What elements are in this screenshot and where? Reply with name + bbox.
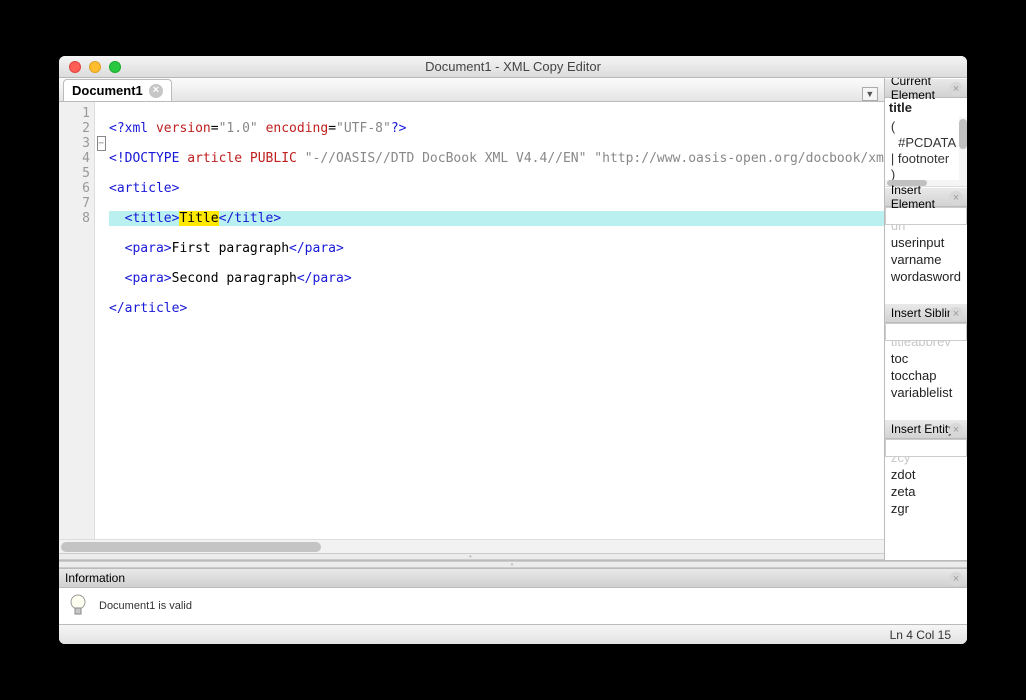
tab-label: Document1: [72, 83, 143, 98]
vertical-splitter[interactable]: •: [59, 553, 884, 560]
list-item[interactable]: varname: [885, 251, 967, 268]
insert-sibling-panel-title: Insert Sibling ×: [885, 303, 967, 323]
tab-bar: Document1 × ▼: [59, 78, 884, 102]
side-panels: Current Element × title ( #PCDATA | foot…: [885, 78, 967, 560]
list-item[interactable]: zeta: [885, 483, 967, 500]
close-panel-icon[interactable]: ×: [949, 572, 963, 586]
list-item[interactable]: userinput: [885, 234, 967, 251]
insert-entity-panel-title: Insert Entity ×: [885, 419, 967, 439]
horizontal-splitter[interactable]: •: [59, 561, 967, 568]
information-panel-title: Information ×: [59, 568, 967, 588]
close-panel-icon[interactable]: ×: [949, 307, 963, 321]
editor-horizontal-scrollbar[interactable]: [59, 539, 884, 553]
main-area: Document1 × ▼ 1 2 3 4 5 6 7 8: [59, 78, 967, 561]
code-editor[interactable]: 1 2 3 4 5 6 7 8 − <?xml version="1: [59, 102, 884, 539]
list-item[interactable]: zdot: [885, 466, 967, 483]
lightbulb-icon: [69, 594, 87, 618]
window-body: Document1 × ▼ 1 2 3 4 5 6 7 8: [59, 78, 967, 644]
list-item[interactable]: titleabbrev: [885, 341, 967, 350]
insert-sibling-list[interactable]: titleabbrev toc tocchap variablelist: [885, 341, 967, 419]
document-tab[interactable]: Document1 ×: [63, 79, 172, 101]
tab-overflow-icon[interactable]: ▼: [862, 87, 878, 101]
insert-entity-search-input[interactable]: [885, 439, 967, 457]
insert-entity-list[interactable]: zcy zdot zeta zgr: [885, 457, 967, 560]
insert-element-list[interactable]: uri userinput varname wordasword: [885, 225, 967, 303]
insert-sibling-search-input[interactable]: [885, 323, 967, 341]
fold-toggle-icon[interactable]: −: [95, 136, 107, 151]
code-area[interactable]: <?xml version="1.0" encoding="UTF-8"?> <…: [107, 102, 884, 539]
fold-column: −: [95, 102, 107, 539]
panel-vertical-scrollbar[interactable]: [959, 117, 967, 186]
information-message: Document1 is valid: [99, 600, 192, 612]
content-model-box[interactable]: ( #PCDATA | footnoter)*: [885, 117, 967, 187]
list-item[interactable]: variablelist: [885, 384, 967, 401]
app-window: Document1 - XML Copy Editor Document1 × …: [59, 56, 967, 644]
close-panel-icon[interactable]: ×: [949, 82, 963, 96]
line-number-gutter: 1 2 3 4 5 6 7 8: [59, 102, 95, 539]
editor-pane: Document1 × ▼ 1 2 3 4 5 6 7 8: [59, 78, 885, 560]
titlebar[interactable]: Document1 - XML Copy Editor: [59, 56, 967, 78]
list-item[interactable]: uri: [885, 225, 967, 234]
current-element-panel-title: Current Element ×: [885, 78, 967, 98]
close-tab-icon[interactable]: ×: [149, 84, 163, 98]
list-item[interactable]: toc: [885, 350, 967, 367]
cursor-position: Ln 4 Col 15: [890, 628, 951, 642]
close-panel-icon[interactable]: ×: [949, 423, 963, 437]
insert-element-panel-title: Insert Element ×: [885, 187, 967, 207]
scrollbar-thumb[interactable]: [61, 542, 321, 552]
list-item[interactable]: wordasword: [885, 268, 967, 285]
status-bar: Ln 4 Col 15: [59, 624, 967, 644]
list-item[interactable]: tocchap: [885, 367, 967, 384]
list-item[interactable]: zgr: [885, 500, 967, 517]
window-title: Document1 - XML Copy Editor: [59, 59, 967, 74]
list-item[interactable]: zcy: [885, 457, 967, 466]
information-panel-body: Document1 is valid: [59, 588, 967, 624]
close-panel-icon[interactable]: ×: [949, 191, 963, 205]
